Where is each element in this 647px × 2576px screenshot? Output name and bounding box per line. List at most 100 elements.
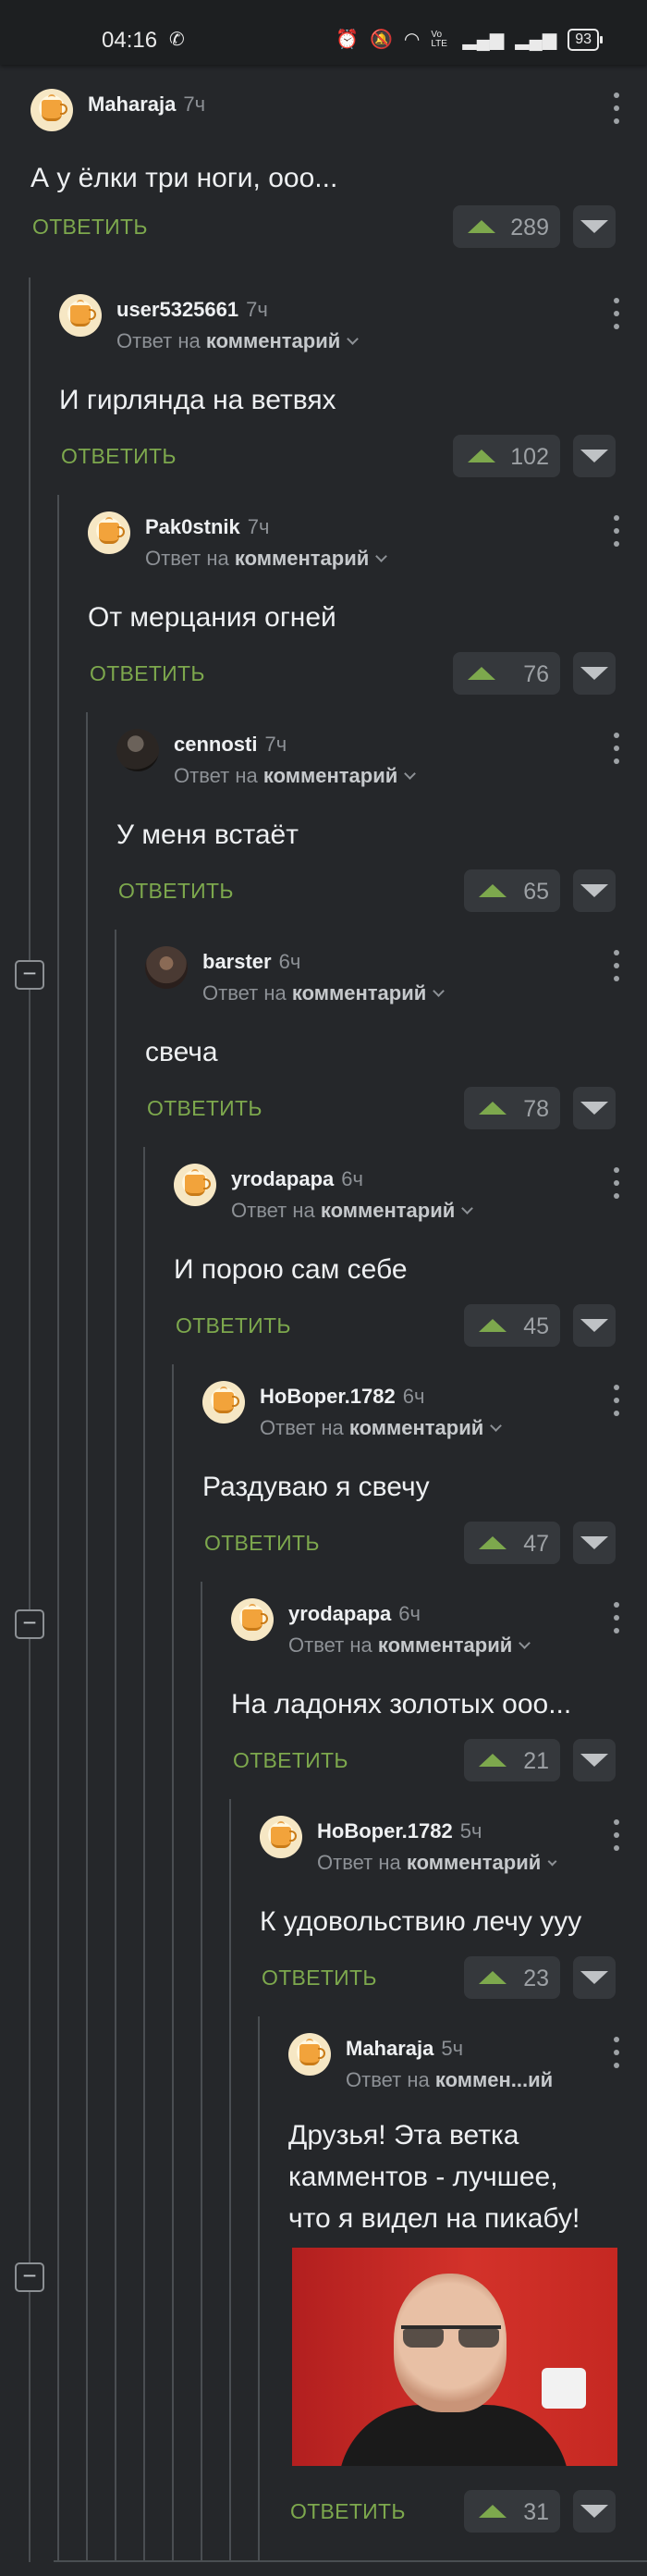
upvote-button[interactable]: 21 xyxy=(464,1739,560,1781)
reply-button[interactable]: ОТВЕТИТЬ xyxy=(290,2499,406,2524)
comment-time: 7ч xyxy=(183,92,206,116)
reply-to-link[interactable]: Ответ на коммен...ий xyxy=(346,2068,553,2092)
username[interactable]: yrodapapa 6ч xyxy=(231,1167,363,1191)
upvote-icon xyxy=(468,450,495,462)
reply-button[interactable]: ОТВЕТИТЬ xyxy=(118,879,234,904)
username[interactable]: Maharaja 7ч xyxy=(88,92,205,117)
comment-photo[interactable] xyxy=(292,2248,617,2466)
downvote-button[interactable] xyxy=(573,1087,616,1129)
downvote-button[interactable] xyxy=(573,652,616,695)
username[interactable]: Maharaja 5ч xyxy=(346,2037,463,2061)
upvote-button[interactable]: 45 xyxy=(464,1304,560,1347)
upvote-button[interactable]: 76 xyxy=(453,652,560,695)
more-options-icon[interactable] xyxy=(614,950,619,981)
signal-icon: ▂▄▆ xyxy=(515,30,557,50)
collapse-thread-button[interactable]: − xyxy=(15,2262,44,2292)
reply-to-link[interactable]: Ответ на комментарий xyxy=(174,764,417,788)
more-options-icon[interactable] xyxy=(614,1602,619,1633)
downvote-button[interactable] xyxy=(573,435,616,477)
more-options-icon[interactable] xyxy=(614,2037,619,2068)
avatar[interactable] xyxy=(174,1164,216,1206)
reply-button[interactable]: ОТВЕТИТЬ xyxy=(204,1531,320,1556)
chevron-down-icon xyxy=(404,768,417,780)
comment-time: 7ч xyxy=(246,298,268,321)
username[interactable]: user5325661 7ч xyxy=(116,298,268,322)
reply-to-link[interactable]: Ответ на комментарий xyxy=(317,1851,557,1875)
reply-to-link[interactable]: Ответ на комментарий xyxy=(145,547,388,571)
reply-button[interactable]: ОТВЕТИТЬ xyxy=(61,444,177,469)
upvote-button[interactable]: 102 xyxy=(453,435,560,477)
reply-button[interactable]: ОТВЕТИТЬ xyxy=(32,215,148,240)
vote-controls: 31 xyxy=(464,2490,616,2533)
mute-icon: 🔕 xyxy=(369,30,393,50)
avatar[interactable] xyxy=(260,1816,302,1858)
upvote-button[interactable]: 78 xyxy=(464,1087,560,1129)
more-options-icon[interactable] xyxy=(614,92,619,124)
comment-text: И порою сам себе xyxy=(174,1254,408,1285)
reply-to-link[interactable]: Ответ на комментарий xyxy=(231,1199,474,1223)
avatar[interactable] xyxy=(202,1381,245,1424)
more-options-icon[interactable] xyxy=(614,298,619,329)
downvote-button[interactable] xyxy=(573,869,616,912)
upvote-button[interactable]: 289 xyxy=(453,205,560,248)
reply-to-link[interactable]: Ответ на комментарий xyxy=(116,329,360,353)
more-options-icon[interactable] xyxy=(614,1819,619,1851)
downvote-button[interactable] xyxy=(573,1522,616,1564)
more-options-icon[interactable] xyxy=(614,1385,619,1416)
chevron-down-icon xyxy=(433,985,446,997)
comment: barster 6ч Ответ на комментарий свеча ОТВ… xyxy=(145,946,647,1165)
comment-time: 7ч xyxy=(247,515,270,538)
vote-count: 289 xyxy=(510,215,549,240)
thread-line xyxy=(115,930,116,2562)
avatar[interactable] xyxy=(88,512,130,554)
thread-line xyxy=(86,712,88,2562)
upvote-icon xyxy=(479,884,507,897)
collapse-thread-button[interactable]: − xyxy=(15,1609,44,1639)
avatar[interactable] xyxy=(31,89,73,131)
reply-button[interactable]: ОТВЕТИТЬ xyxy=(147,1096,262,1121)
upvote-button[interactable]: 65 xyxy=(464,869,560,912)
username[interactable]: barster 6ч xyxy=(202,950,300,974)
username[interactable]: yrodapapa 6ч xyxy=(288,1602,421,1626)
comment-text: К удовольствию лечу ууу xyxy=(260,1906,582,1937)
downvote-icon xyxy=(580,1971,608,1984)
avatar[interactable] xyxy=(116,729,159,771)
reply-to-link[interactable]: Ответ на комментарий xyxy=(202,981,446,1005)
collapse-thread-button[interactable]: − xyxy=(15,960,44,990)
more-options-icon[interactable] xyxy=(614,1167,619,1199)
downvote-icon xyxy=(580,450,608,462)
vote-controls: 65 xyxy=(464,869,616,912)
downvote-icon xyxy=(580,1536,608,1549)
comment: Pak0stnik 7ч Ответ на комментарий От мерц… xyxy=(88,512,647,730)
reply-button[interactable]: ОТВЕТИТЬ xyxy=(176,1313,291,1338)
more-options-icon[interactable] xyxy=(614,733,619,764)
upvote-button[interactable]: 31 xyxy=(464,2490,560,2533)
username[interactable]: Pak0stnik 7ч xyxy=(145,515,269,539)
reply-button[interactable]: ОТВЕТИТЬ xyxy=(90,661,205,686)
username[interactable]: НоBoper.1782 5ч xyxy=(317,1819,482,1843)
reply-to-link[interactable]: Ответ на комментарий xyxy=(260,1416,503,1440)
downvote-button[interactable] xyxy=(573,2490,616,2533)
reply-button[interactable]: ОТВЕТИТЬ xyxy=(262,1966,377,1991)
chevron-down-icon xyxy=(490,1420,503,1432)
downvote-button[interactable] xyxy=(573,205,616,248)
thread-bottom-line xyxy=(54,2560,647,2562)
comment: Maharaja 7ч А у ёлки три ноги, ооо... ОТВ… xyxy=(31,89,647,307)
downvote-button[interactable] xyxy=(573,1739,616,1781)
downvote-button[interactable] xyxy=(573,1956,616,1999)
reply-to-link[interactable]: Ответ на комментарий xyxy=(288,1633,531,1658)
avatar[interactable] xyxy=(231,1598,274,1641)
avatar[interactable] xyxy=(288,2033,331,2076)
username[interactable]: cennosti 7ч xyxy=(174,733,287,757)
more-options-icon[interactable] xyxy=(614,515,619,547)
comment-text: От мерцания огней xyxy=(88,602,336,633)
username[interactable]: НоBoper.1782 6ч xyxy=(260,1385,424,1409)
avatar[interactable] xyxy=(59,294,102,337)
upvote-button[interactable]: 23 xyxy=(464,1956,560,1999)
downvote-button[interactable] xyxy=(573,1304,616,1347)
reply-button[interactable]: ОТВЕТИТЬ xyxy=(233,1748,348,1773)
avatar[interactable] xyxy=(145,946,188,989)
upvote-button[interactable]: 47 xyxy=(464,1522,560,1564)
comment-text: А у ёлки три ноги, ооо... xyxy=(31,163,338,193)
chevron-down-icon xyxy=(461,1202,474,1214)
